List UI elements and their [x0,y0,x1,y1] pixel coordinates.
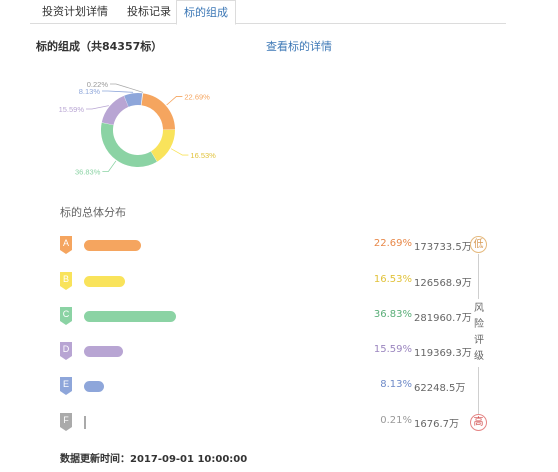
tab-bid-records[interactable]: 投标记录 [120,0,178,25]
donut-label-d: 15.59% [59,105,85,114]
grade-bar-b [84,276,126,287]
grade-percent-e: 8.13% [380,379,412,390]
grade-amount-d: 119369.3万 [414,348,472,359]
grade-percent-c: 36.83% [373,309,412,320]
section-title: 标的组成（共84357标） [36,40,163,53]
risk-rating-label: 风 险 评 级 [472,299,486,367]
distribution-title: 标的总体分布 [60,206,126,219]
grade-percent-f: 0.21% [380,415,412,426]
grade-bar-e [84,381,105,392]
grade-percent-d: 15.59% [373,344,412,355]
data-update-time: 数据更新时间：2017-09-01 10:00:00 [60,454,248,465]
grade-amount-a: 173733.5万 [414,242,472,253]
donut-leader-a [166,96,183,106]
risk-label-char-1: 风 [474,303,484,314]
grade-row-c: C 36.83% 281960.7万 [0,307,500,327]
grade-flag-a: A [60,236,72,254]
donut-leader-b [170,148,189,156]
grade-flag-f: F [60,413,72,431]
grade-flag-c: C [60,307,72,325]
risk-low-badge: 低 [470,236,487,253]
composition-donut-chart: 22.69%16.53%36.83%15.59%8.13%0.22% [59,80,217,177]
donut-label-f: 0.22% [87,80,109,89]
grade-row-b: B 16.53% 126568.9万 [0,272,500,292]
grade-amount-e: 62248.5万 [414,383,466,394]
donut-slice-b [150,129,176,162]
grade-percent-b: 16.53% [373,274,412,285]
donut-leader-c [102,160,117,172]
grade-flag-b: B [60,272,72,290]
donut-slice-c [101,122,157,167]
grade-bar-f [84,416,86,429]
grade-row-f: F 0.21% 1676.7万 [0,413,500,433]
donut-leader-d [86,105,109,110]
tab-bar: 投资计划详情 投标记录 标的组成 [30,0,506,25]
donut-leader-e [102,90,134,93]
risk-label-char-3: 评 [474,335,484,346]
donut-label-c: 36.83% [75,168,101,177]
grade-bar-d [84,346,123,357]
grade-percent-a: 22.69% [373,238,412,249]
tab-loan-composition[interactable]: 标的组成 [176,0,236,25]
grade-row-e: E 8.13% 62248.5万 [0,377,500,397]
grade-flag-e: E [60,377,72,395]
grade-row-a: A 22.69% 173733.5万 [0,236,500,256]
donut-slice-e [124,93,143,107]
risk-label-char-2: 险 [474,319,484,330]
grade-bar-c [84,311,176,322]
view-loan-details-link[interactable]: 查看标的详情 [266,38,332,54]
grade-bar-a [84,240,141,251]
donut-label-b: 16.53% [190,151,216,160]
tab-investment-plan-details[interactable]: 投资计划详情 [36,0,114,25]
donut-slice-a [141,93,175,130]
grade-flag-d: D [60,342,72,360]
donut-slice-d [101,95,129,126]
risk-high-badge: 高 [470,414,487,431]
grade-row-d: D 15.59% 119369.3万 [0,342,500,362]
donut-label-a: 22.69% [184,92,210,101]
grade-amount-f: 1676.7万 [414,419,459,430]
grade-amount-b: 126568.9万 [414,278,472,289]
risk-label-char-4: 级 [474,351,484,362]
grade-amount-c: 281960.7万 [414,313,472,324]
